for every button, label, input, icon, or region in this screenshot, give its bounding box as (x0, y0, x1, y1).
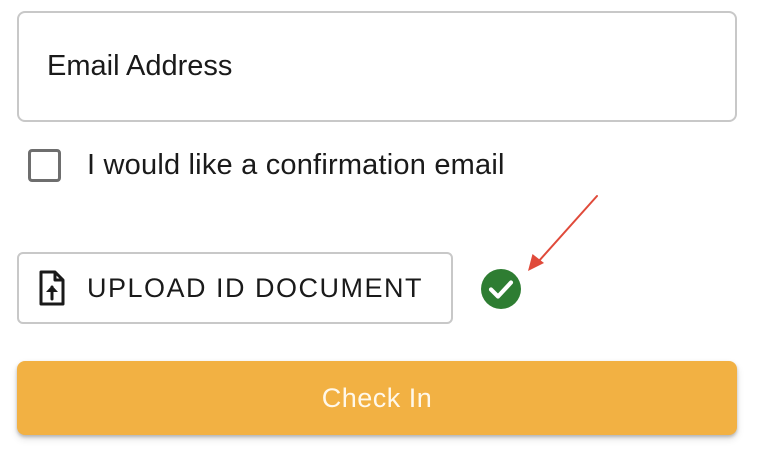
file-upload-icon (39, 270, 65, 306)
check-in-button[interactable]: Check In (17, 361, 737, 435)
upload-id-document-button[interactable]: UPLOAD ID DOCUMENT (17, 252, 453, 324)
confirmation-checkbox[interactable] (28, 148, 61, 182)
check-circle-icon (481, 269, 521, 309)
email-input[interactable] (19, 50, 735, 83)
email-field[interactable] (17, 11, 737, 122)
upload-button-label: UPLOAD ID DOCUMENT (87, 272, 424, 303)
confirmation-checkbox-row[interactable]: I would like a confirmation email (28, 144, 505, 186)
confirmation-label: I would like a confirmation email (87, 148, 505, 181)
annotation-arrow (528, 195, 598, 271)
